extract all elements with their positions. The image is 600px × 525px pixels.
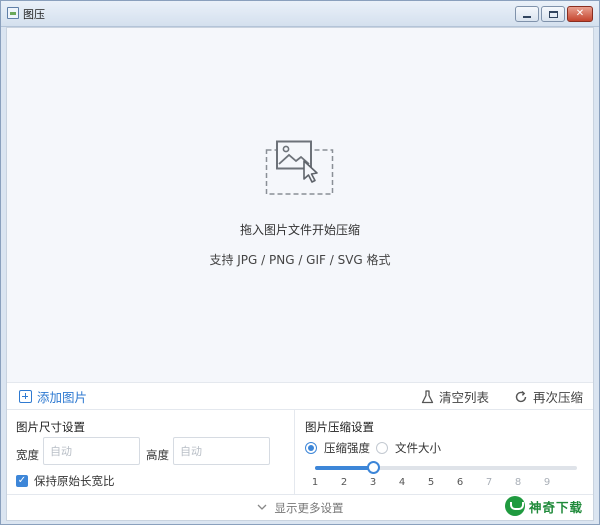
watermark: 神奇下载: [505, 494, 589, 518]
recompress-label: 再次压缩: [533, 390, 584, 405]
refresh-icon: [515, 390, 527, 402]
flask-icon: [421, 389, 434, 403]
show-more-label: 显示更多设置: [274, 500, 344, 515]
drop-hint-formats: 支持 JPG / PNG / GIF / SVG 格式: [209, 253, 391, 267]
radio-strength-label: 压缩强度: [324, 441, 370, 455]
size-settings-title: 图片尺寸设置: [16, 420, 85, 434]
minimize-button[interactable]: [515, 6, 539, 22]
height-label: 高度: [146, 448, 169, 462]
image-drop-icon: [265, 140, 334, 195]
add-icon: [19, 390, 32, 403]
drop-hint-main: 拖入图片文件开始压缩: [239, 223, 360, 237]
radio-file-size[interactable]: 文件大小: [376, 440, 441, 456]
check-icon: ✓: [16, 475, 28, 487]
height-input[interactable]: [173, 437, 270, 465]
size-settings: 图片尺寸设置 宽度 高度 ✓ 保持原始长宽比: [7, 410, 293, 494]
clear-list-label: 清空列表: [439, 390, 490, 405]
clear-list-button[interactable]: 清空列表: [421, 383, 489, 410]
watermark-text: 神奇下载: [529, 499, 584, 515]
slider-tick: 3: [369, 477, 377, 488]
window-title: 图压: [23, 8, 45, 21]
action-toolbar: 添加图片 清空列表 再次压缩: [7, 382, 593, 410]
slider-tick: 7: [485, 477, 493, 488]
close-icon: ✕: [575, 8, 585, 19]
minimize-icon: [523, 15, 531, 18]
radio-strength[interactable]: 压缩强度: [305, 440, 370, 456]
keep-ratio-label: 保持原始长宽比: [34, 474, 115, 488]
add-image-label: 添加图片: [37, 390, 88, 405]
width-input[interactable]: [43, 437, 140, 465]
app-window: 图压 ✕ 拖入图片文件开始压缩 支持 JPG / PNG / GIF / SVG…: [0, 0, 600, 525]
slider-tick: 5: [427, 477, 435, 488]
strength-slider[interactable]: [315, 461, 577, 474]
title-bar[interactable]: 图压 ✕: [1, 1, 599, 27]
radio-selected-icon: [305, 442, 317, 454]
watermark-logo-icon: [505, 496, 525, 516]
slider-tick: 1: [311, 477, 319, 488]
slider-fill: [315, 466, 373, 470]
client-area: 拖入图片文件开始压缩 支持 JPG / PNG / GIF / SVG 格式 添…: [6, 27, 594, 521]
maximize-button[interactable]: [541, 6, 565, 22]
slider-tick: 4: [398, 477, 406, 488]
keep-ratio-checkbox[interactable]: ✓ 保持原始长宽比: [16, 473, 115, 489]
slider-tick: 2: [340, 477, 348, 488]
compress-settings-title: 图片压缩设置: [305, 420, 374, 434]
maximize-icon: [548, 10, 558, 18]
radio-unselected-icon: [376, 442, 388, 454]
settings-panel: 图片尺寸设置 宽度 高度 ✓ 保持原始长宽比 图片压缩设置 压缩强度 文: [7, 410, 593, 494]
drop-zone[interactable]: 拖入图片文件开始压缩 支持 JPG / PNG / GIF / SVG 格式: [7, 28, 593, 382]
recompress-button[interactable]: 再次压缩: [514, 383, 583, 410]
slider-tick: 6: [456, 477, 464, 488]
slider-tick: 8: [514, 477, 522, 488]
slider-thumb[interactable]: [367, 461, 380, 474]
close-button[interactable]: ✕: [567, 6, 593, 22]
radio-file-size-label: 文件大小: [395, 441, 441, 455]
add-image-button[interactable]: 添加图片: [19, 383, 87, 410]
window-controls: ✕: [515, 6, 593, 22]
width-label: 宽度: [16, 448, 39, 462]
slider-tick: 9: [543, 477, 551, 488]
compress-settings: 图片压缩设置 压缩强度 文件大小 1 2 3 4 5 6 7 8 9: [294, 410, 593, 494]
chevron-down-icon: [257, 504, 266, 510]
app-icon: [7, 7, 19, 19]
